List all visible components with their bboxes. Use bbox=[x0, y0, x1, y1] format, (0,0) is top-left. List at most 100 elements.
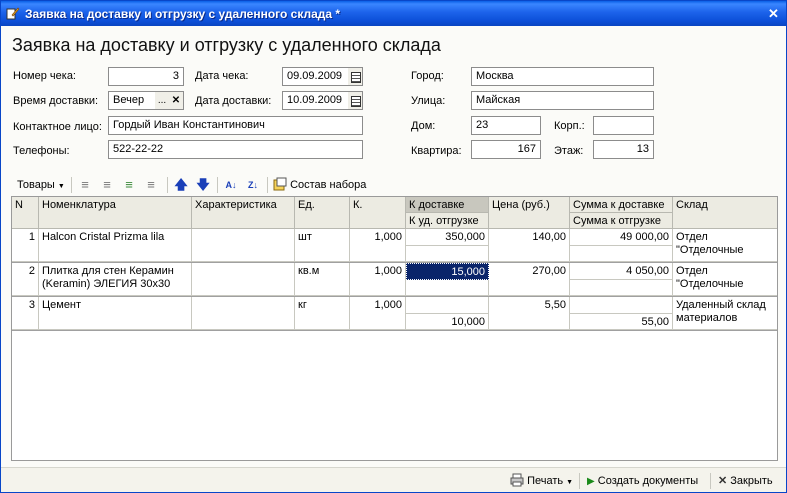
check-date-label: Дата чека: bbox=[195, 70, 249, 82]
table-toolbar: Товары ▼ ≡ ≡ ≡ ≡ 🡅 🡇 A↓ Z↓ Состав набора bbox=[11, 174, 778, 196]
table-cell-qty[interactable]: 1,000 bbox=[350, 297, 406, 330]
calendar-icon[interactable] bbox=[348, 91, 363, 110]
select-button[interactable]: ... bbox=[155, 91, 170, 110]
header-to-delivery[interactable]: К доставке bbox=[406, 197, 489, 213]
header-sum-shipment[interactable]: Сумма к отгрузке bbox=[570, 213, 673, 229]
toolbar-divider bbox=[167, 177, 168, 193]
create-documents-button[interactable]: ▶ Создать документы bbox=[587, 471, 698, 491]
clear-button[interactable]: ✕ bbox=[169, 91, 184, 110]
table-cell-name[interactable]: Цемент bbox=[39, 297, 192, 330]
table-cell-n[interactable]: 3 bbox=[12, 297, 39, 330]
table-cell-sum-shipment[interactable] bbox=[570, 246, 673, 262]
floor-field[interactable]: 13 bbox=[593, 140, 654, 159]
arrow-down-icon[interactable]: 🡇 bbox=[195, 177, 211, 193]
header-to-shipment[interactable]: К уд. отгрузке bbox=[406, 213, 489, 229]
app-window: Заявка на доставку и отгрузку с удаленно… bbox=[0, 0, 787, 493]
close-button[interactable]: ✕ Закрыть bbox=[718, 471, 773, 491]
printer-icon bbox=[510, 473, 524, 487]
check-date-field[interactable]: 09.09.2009 bbox=[282, 67, 349, 86]
table-cell-to-shipment[interactable] bbox=[406, 246, 489, 262]
table-cell-unit[interactable]: шт bbox=[295, 229, 350, 262]
header-characteristic[interactable]: Характеристика bbox=[192, 197, 295, 229]
table-cell-sum-delivery[interactable]: 49 000,00 bbox=[570, 229, 673, 246]
delete-row-icon[interactable]: ≡ bbox=[143, 177, 159, 193]
sort-ascending-icon[interactable]: A↓ bbox=[223, 177, 239, 193]
toolbar-divider bbox=[217, 177, 218, 193]
delivery-time-field[interactable]: Вечер bbox=[108, 91, 156, 110]
header-unit[interactable]: Ед. bbox=[295, 197, 350, 229]
kit-composition-button[interactable]: Состав набора bbox=[273, 174, 366, 196]
table-cell-qty[interactable]: 1,000 bbox=[350, 229, 406, 262]
table-cell-warehouse[interactable]: Удаленный склад материалов bbox=[673, 297, 777, 330]
window-close-button[interactable]: ✕ bbox=[765, 5, 782, 22]
print-button[interactable]: Печать ▼ bbox=[510, 471, 573, 491]
delivery-time-label: Время доставки: bbox=[13, 95, 99, 107]
close-icon: ✕ bbox=[718, 475, 728, 487]
table-cell-to-shipment[interactable]: 10,000 bbox=[406, 314, 489, 330]
building-label: Корп.: bbox=[554, 120, 585, 132]
table-cell-n[interactable]: 1 bbox=[12, 229, 39, 262]
arrow-up-icon[interactable]: 🡅 bbox=[173, 177, 189, 193]
contact-field[interactable]: Гордый Иван Константинович bbox=[108, 116, 363, 135]
table-cell-to-delivery[interactable]: 350,000 bbox=[406, 229, 489, 246]
delivery-date-label: Дата доставки: bbox=[195, 95, 272, 107]
calendar-icon[interactable] bbox=[348, 67, 363, 86]
header-qty[interactable]: К. bbox=[350, 197, 406, 229]
row-divider bbox=[12, 330, 777, 331]
table-cell-price[interactable]: 5,50 bbox=[489, 297, 570, 330]
copy-row-icon[interactable]: ≡ bbox=[99, 177, 115, 193]
delivery-date-field[interactable]: 10.09.2009 bbox=[282, 91, 349, 110]
close-label: Закрыть bbox=[730, 475, 773, 487]
phones-field[interactable]: 522-22-22 bbox=[108, 140, 363, 159]
play-icon: ▶ bbox=[587, 476, 595, 487]
kit-icon bbox=[273, 177, 287, 191]
table-cell-characteristic[interactable] bbox=[192, 263, 295, 296]
apartment-field[interactable]: 167 bbox=[471, 140, 541, 159]
table-cell-name[interactable]: Halcon Cristal Prizma lila bbox=[39, 229, 192, 262]
table-cell-unit[interactable]: кг bbox=[295, 297, 350, 330]
table-cell-name[interactable]: Плитка для стен Керамин (Keramin) ЭЛЕГИЯ… bbox=[39, 263, 192, 296]
apartment-label: Квартира: bbox=[411, 145, 462, 157]
goods-menu-label: Товары bbox=[17, 179, 55, 191]
table-cell-to-delivery[interactable] bbox=[406, 297, 489, 314]
header-warehouse[interactable]: Склад bbox=[673, 197, 777, 229]
building-field[interactable] bbox=[593, 116, 654, 135]
goods-table[interactable]: N Номенклатура Характеристика Ед. К. К д… bbox=[11, 196, 778, 461]
table-cell-sum-shipment[interactable] bbox=[570, 280, 673, 296]
table-cell-n[interactable]: 2 bbox=[12, 263, 39, 296]
kit-composition-label: Состав набора bbox=[290, 179, 367, 191]
header-sum-delivery[interactable]: Сумма к доставке bbox=[570, 197, 673, 213]
table-cell-price[interactable]: 270,00 bbox=[489, 263, 570, 296]
add-row-icon[interactable]: ≡ bbox=[77, 177, 93, 193]
sort-descending-icon[interactable]: Z↓ bbox=[245, 177, 261, 193]
toolbar-divider bbox=[579, 473, 580, 489]
table-cell-price[interactable]: 140,00 bbox=[489, 229, 570, 262]
check-number-field[interactable]: 3 bbox=[108, 67, 184, 86]
table-cell-to-delivery-selected[interactable]: 15,000 bbox=[406, 263, 489, 280]
header-n[interactable]: N bbox=[12, 197, 39, 229]
table-cell-warehouse[interactable]: Отдел "Отделочные bbox=[673, 229, 777, 262]
table-cell-to-shipment[interactable] bbox=[406, 280, 489, 296]
street-field[interactable]: Майская bbox=[471, 91, 654, 110]
table-cell-sum-shipment[interactable]: 55,00 bbox=[570, 314, 673, 330]
header-price[interactable]: Цена (руб.) bbox=[489, 197, 570, 229]
table-cell-warehouse[interactable]: Отдел "Отделочные bbox=[673, 263, 777, 296]
house-label: Дом: bbox=[411, 120, 436, 132]
toolbar-divider bbox=[71, 177, 72, 193]
city-field[interactable]: Москва bbox=[471, 67, 654, 86]
table-cell-sum-delivery[interactable]: 4 050,00 bbox=[570, 263, 673, 280]
table-cell-characteristic[interactable] bbox=[192, 229, 295, 262]
table-cell-sum-delivery[interactable] bbox=[570, 297, 673, 314]
goods-menu-button[interactable]: Товары ▼ bbox=[17, 174, 65, 196]
toolbar-divider bbox=[710, 473, 711, 489]
header-nomenclature[interactable]: Номенклатура bbox=[39, 197, 192, 229]
title-bar[interactable]: Заявка на доставку и отгрузку с удаленно… bbox=[1, 1, 786, 26]
edit-row-icon[interactable]: ≡ bbox=[121, 177, 137, 193]
create-documents-label: Создать документы bbox=[597, 475, 699, 487]
table-cell-qty[interactable]: 1,000 bbox=[350, 263, 406, 296]
page-title: Заявка на доставку и отгрузку с удаленно… bbox=[12, 35, 441, 55]
house-field[interactable]: 23 bbox=[471, 116, 541, 135]
contact-label: Контактное лицо: bbox=[13, 121, 102, 133]
table-cell-characteristic[interactable] bbox=[192, 297, 295, 330]
table-cell-unit[interactable]: кв.м bbox=[295, 263, 350, 296]
